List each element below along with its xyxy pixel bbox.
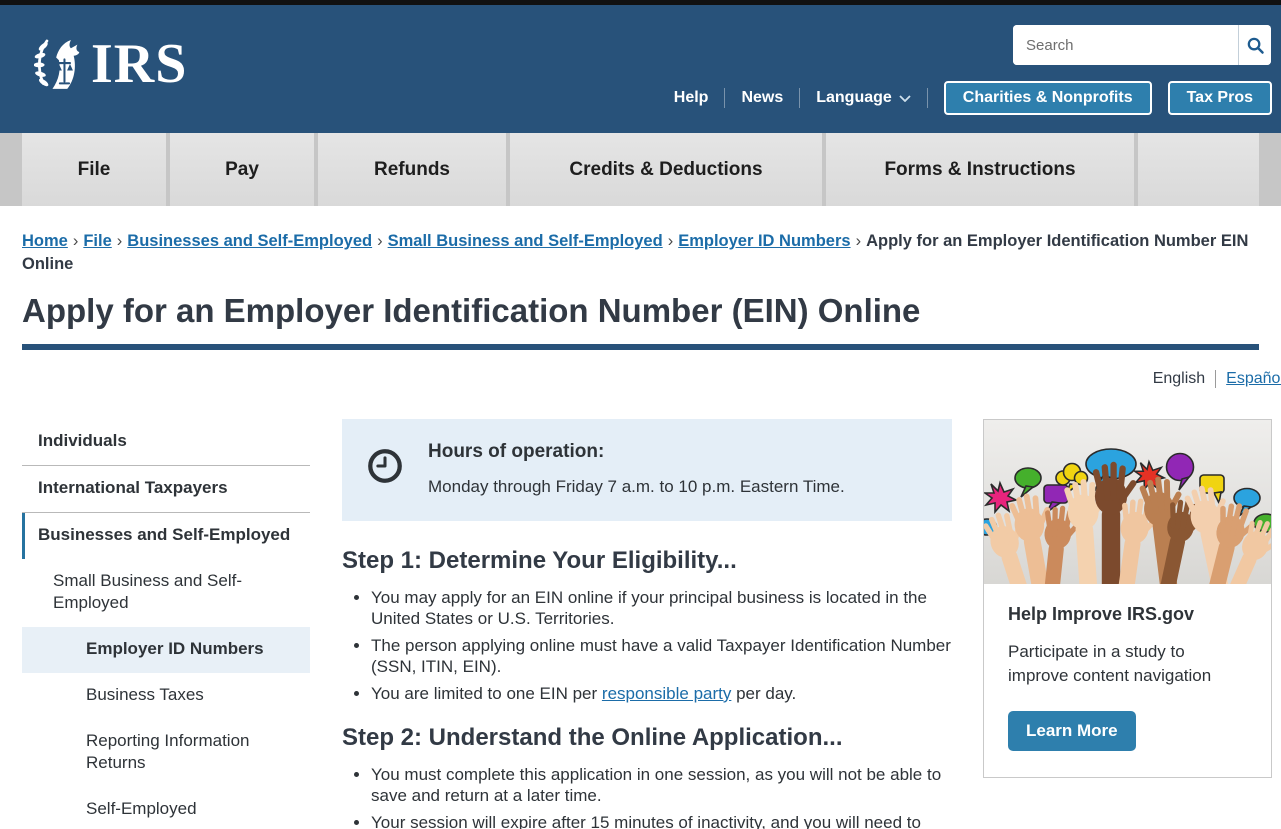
search-input[interactable] [1013, 25, 1238, 65]
language-toggle: English Español [0, 370, 1281, 388]
divider [799, 88, 800, 108]
step2-bullet: Your session will expire after 15 minute… [371, 812, 952, 829]
left-sidebar: Individuals International Taxpayers Busi… [22, 419, 310, 829]
sidebar-item-reporting-information-returns[interactable]: Reporting Information Returns [22, 719, 310, 787]
sidebar-item-employer-id-numbers[interactable]: Employer ID Numbers [22, 627, 310, 673]
nav-tab-file[interactable]: File [22, 133, 166, 206]
sidebar-item-international-taxpayers[interactable]: International Taxpayers [22, 466, 310, 513]
divider [927, 88, 928, 108]
main-nav: File Pay Refunds Credits & Deductions Fo… [0, 133, 1281, 206]
nav-tab-credits-deductions[interactable]: Credits & Deductions [510, 133, 822, 206]
irs-logo-text: IRS [91, 36, 187, 92]
breadcrumb-employer-id[interactable]: Employer ID Numbers [678, 232, 850, 250]
main-content: Hours of operation: Monday through Frida… [342, 419, 952, 829]
chevron-down-icon [899, 95, 911, 102]
raised-hands-image [984, 420, 1271, 584]
language-espanol-link[interactable]: Español [1226, 370, 1281, 388]
nav-filler [1138, 133, 1259, 206]
title-rule [22, 344, 1259, 350]
help-improve-heading: Help Improve IRS.gov [1008, 604, 1247, 625]
right-sidebar: Help Improve IRS.gov Participate in a st… [983, 419, 1272, 779]
breadcrumb-separator [112, 232, 128, 250]
step2-bullet-list: You must complete this application in on… [342, 764, 952, 829]
sidebar-item-small-business[interactable]: Small Business and Self-Employed [22, 559, 310, 627]
help-improve-card: Help Improve IRS.gov Participate in a st… [983, 419, 1272, 779]
breadcrumb: Home File Businesses and Self-Employed Smal… [22, 230, 1259, 277]
language-english: English [1153, 370, 1205, 388]
search-icon [1246, 36, 1265, 55]
hours-text: Monday through Friday 7 a.m. to 10 p.m. … [428, 477, 845, 497]
nav-tab-refunds[interactable]: Refunds [318, 133, 506, 206]
news-link[interactable]: News [741, 89, 783, 107]
sidebar-item-businesses-self-employed[interactable]: Businesses and Self-Employed [22, 513, 310, 559]
step2-bullet: You must complete this application in on… [371, 764, 952, 806]
step1-bullet: You are limited to one EIN per responsib… [371, 683, 952, 704]
breadcrumb-separator [68, 232, 84, 250]
divider [1215, 370, 1216, 388]
step1-bullet: You may apply for an EIN online if your … [371, 587, 952, 629]
breadcrumb-businesses[interactable]: Businesses and Self-Employed [127, 232, 372, 250]
hours-of-operation-box: Hours of operation: Monday through Frida… [342, 419, 952, 521]
divider [724, 88, 725, 108]
content-area: Individuals International Taxpayers Busi… [0, 419, 1281, 829]
irs-logo[interactable]: IRS [34, 35, 187, 93]
help-improve-text: Participate in a study to improve conten… [1008, 640, 1247, 688]
help-link[interactable]: Help [674, 89, 709, 107]
learn-more-button[interactable]: Learn More [1008, 711, 1136, 751]
step1-bullet: The person applying online must have a v… [371, 635, 952, 677]
charities-nonprofits-button[interactable]: Charities & Nonprofits [944, 81, 1152, 115]
step1-heading: Step 1: Determine Your Eligibility... [342, 547, 952, 575]
hours-title: Hours of operation: [428, 441, 845, 463]
clock-icon [366, 447, 404, 485]
language-menu[interactable]: Language [816, 89, 911, 107]
step2-heading: Step 2: Understand the Online Applicatio… [342, 724, 952, 752]
header-utility-nav: Help News Language Charities & Nonprofit… [674, 81, 1272, 115]
step1-bullet-list: You may apply for an EIN online if your … [342, 587, 952, 704]
page-title: Apply for an Employer Identification Num… [22, 292, 1259, 330]
breadcrumb-small-business[interactable]: Small Business and Self-Employed [388, 232, 663, 250]
breadcrumb-separator [372, 232, 388, 250]
nav-tab-pay[interactable]: Pay [170, 133, 314, 206]
tax-pros-button[interactable]: Tax Pros [1168, 81, 1272, 115]
responsible-party-link[interactable]: responsible party [602, 684, 731, 703]
breadcrumb-home[interactable]: Home [22, 232, 68, 250]
breadcrumb-separator [663, 232, 679, 250]
irs-eagle-icon [34, 35, 82, 93]
sidebar-item-individuals[interactable]: Individuals [22, 419, 310, 466]
site-header: IRS Help News Language Charities & Nonpr… [0, 5, 1281, 133]
search-box [1013, 25, 1271, 65]
search-button[interactable] [1238, 25, 1271, 65]
sidebar-item-business-taxes[interactable]: Business Taxes [22, 673, 310, 719]
sidebar-item-self-employed[interactable]: Self-Employed [22, 787, 310, 829]
nav-tab-forms-instructions[interactable]: Forms & Instructions [826, 133, 1134, 206]
breadcrumb-file[interactable]: File [83, 232, 111, 250]
breadcrumb-separator [851, 232, 867, 250]
